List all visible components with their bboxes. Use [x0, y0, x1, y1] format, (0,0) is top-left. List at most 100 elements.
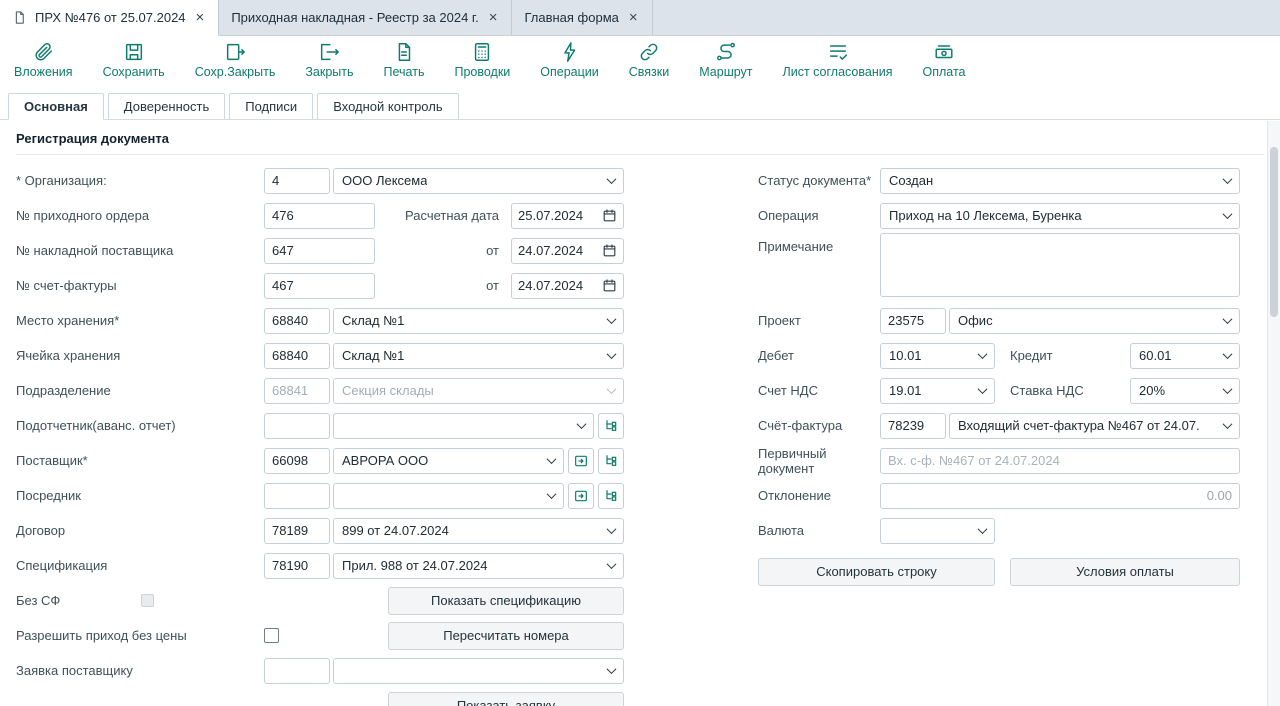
status-select[interactable]: Создан — [880, 168, 1240, 194]
order-no-input[interactable] — [264, 203, 375, 229]
allow-no-price-checkbox[interactable] — [264, 628, 279, 643]
organization-value: ООО Лексема — [342, 173, 427, 188]
payment-button[interactable]: Оплата — [923, 41, 966, 79]
contract-code-input[interactable] — [264, 518, 330, 544]
primary-doc-input[interactable] — [880, 448, 1240, 474]
organization-code-input[interactable] — [264, 168, 330, 194]
chevron-down-icon — [607, 314, 617, 324]
scrollbar-thumb[interactable] — [1270, 147, 1278, 317]
vertical-scrollbar[interactable] — [1267, 121, 1280, 706]
department-select: Секция склады — [333, 378, 624, 404]
left-column: * Организация: ООО Лексема № приходного … — [16, 163, 624, 706]
supplier-select[interactable]: АВРОРА ООО — [333, 448, 564, 474]
tab-power-of-attorney[interactable]: Доверенность — [108, 93, 225, 119]
operation-select[interactable]: Приход на 10 Лексема, Буренка — [880, 203, 1240, 229]
credit-value: 60.01 — [1139, 348, 1172, 363]
organization-select[interactable]: ООО Лексема — [333, 168, 624, 194]
contract-select[interactable]: 899 от 24.07.2024 — [333, 518, 624, 544]
field-row-status: Статус документа* Создан — [758, 163, 1240, 198]
debit-label: Дебет — [758, 348, 880, 363]
vat-account-select[interactable]: 19.01 — [880, 378, 995, 404]
links-button[interactable]: Связки — [629, 41, 669, 79]
supplier-code-input[interactable] — [264, 448, 330, 474]
currency-select[interactable] — [880, 518, 995, 544]
attachments-button[interactable]: Вложения — [14, 41, 73, 79]
field-row-currency: Валюта — [758, 513, 1240, 548]
debit-select[interactable]: 10.01 — [880, 343, 995, 369]
invoice-ref-select[interactable]: Входящий счет-фактура №467 от 24.07. — [949, 413, 1240, 439]
print-button[interactable]: Печать — [384, 41, 425, 79]
invoice-date-field[interactable]: 24.07.2024 — [511, 273, 624, 299]
credit-label: Кредит — [995, 348, 1130, 363]
chevron-down-icon — [607, 664, 617, 674]
supplier-request-code-input[interactable] — [264, 658, 330, 684]
field-row-invoice-ref: Счёт-фактура Входящий счет-фактура №467 … — [758, 408, 1240, 443]
waybill-date-field[interactable]: 24.07.2024 — [511, 238, 624, 264]
vat-rate-select[interactable]: 20% — [1130, 378, 1240, 404]
route-button[interactable]: Маршрут — [699, 41, 752, 79]
field-row-specification: Спецификация Прил. 988 от 24.07.2024 — [16, 548, 624, 583]
document-icon — [12, 10, 27, 25]
intermediary-select[interactable] — [333, 483, 564, 509]
close-icon[interactable]: × — [487, 9, 500, 26]
invoice-ref-code-input[interactable] — [880, 413, 946, 439]
operations-button[interactable]: Операции — [540, 41, 598, 79]
specification-code-input[interactable] — [264, 553, 330, 579]
tab-input-control[interactable]: Входной контроль — [317, 93, 458, 119]
window-tab-document[interactable]: ПРХ №476 от 25.07.2024 × — [0, 0, 219, 36]
tab-signatures[interactable]: Подписи — [229, 93, 313, 119]
close-button[interactable]: Закрыть — [305, 41, 353, 79]
credit-select[interactable]: 60.01 — [1130, 343, 1240, 369]
organization-label: * Организация: — [16, 173, 264, 188]
close-icon[interactable]: × — [627, 9, 640, 26]
intermediary-label: Посредник — [16, 488, 264, 503]
copy-row-button[interactable]: Скопировать строку — [758, 558, 995, 586]
accountable-tree-button[interactable] — [598, 413, 624, 439]
show-request-button[interactable]: Показать заявку — [388, 692, 624, 706]
approval-sheet-button[interactable]: Лист согласования — [783, 41, 893, 79]
window-tab-label: Приходная накладная - Реестр за 2024 г. — [231, 10, 478, 25]
storage-cell-code-input[interactable] — [264, 343, 330, 369]
intermediary-tree-button[interactable] — [598, 483, 624, 509]
project-select[interactable]: Офис — [949, 308, 1240, 334]
supplier-request-select[interactable] — [333, 658, 624, 684]
supplier-tree-button[interactable] — [598, 448, 624, 474]
storage-cell-select[interactable]: Склад №1 — [333, 343, 624, 369]
intermediary-open-card-button[interactable] — [568, 483, 594, 509]
waybill-no-input[interactable] — [264, 238, 375, 264]
close-door-icon — [318, 41, 340, 63]
tab-main[interactable]: Основная — [8, 93, 104, 120]
window-tab-main-form[interactable]: Главная форма × — [512, 0, 652, 35]
calc-date-label: Расчетная дата — [405, 208, 511, 223]
intermediary-code-input[interactable] — [264, 483, 330, 509]
payment-terms-button[interactable]: Условия оплаты — [1010, 558, 1240, 586]
deviation-input[interactable] — [880, 483, 1240, 509]
row-right-buttons: Скопировать строку Условия оплаты — [758, 554, 1240, 589]
storage-select[interactable]: Склад №1 — [333, 308, 624, 334]
accountable-select[interactable] — [333, 413, 594, 439]
window-tab-registry[interactable]: Приходная накладная - Реестр за 2024 г. … — [219, 0, 512, 35]
storage-code-input[interactable] — [264, 308, 330, 334]
field-row-no-sf: Без СФ Показать спецификацию — [16, 583, 624, 618]
field-row-allow-no-price: Разрешить приход без цены Пересчитать но… — [16, 618, 624, 653]
postings-button[interactable]: Проводки — [454, 41, 510, 79]
supplier-open-card-button[interactable] — [568, 448, 594, 474]
chevron-down-icon — [1223, 384, 1233, 394]
save-close-button[interactable]: Сохр.Закрыть — [195, 41, 276, 79]
open-card-icon — [573, 488, 589, 504]
recalculate-numbers-button[interactable]: Пересчитать номера — [388, 622, 624, 650]
note-textarea[interactable] — [880, 233, 1240, 297]
debit-value: 10.01 — [889, 348, 922, 363]
save-button[interactable]: Сохранить — [103, 41, 165, 79]
invoice-no-input[interactable] — [264, 273, 375, 299]
currency-label: Валюта — [758, 523, 880, 538]
specification-value: Прил. 988 от 24.07.2024 — [342, 558, 488, 573]
field-row-deviation: Отклонение — [758, 478, 1240, 513]
close-icon[interactable]: × — [194, 9, 207, 26]
operation-value: Приход на 10 Лексема, Буренка — [889, 208, 1082, 223]
calc-date-field[interactable]: 25.07.2024 — [511, 203, 624, 229]
project-code-input[interactable] — [880, 308, 946, 334]
show-specification-button[interactable]: Показать спецификацию — [388, 587, 624, 615]
specification-select[interactable]: Прил. 988 от 24.07.2024 — [333, 553, 624, 579]
accountable-code-input[interactable] — [264, 413, 330, 439]
